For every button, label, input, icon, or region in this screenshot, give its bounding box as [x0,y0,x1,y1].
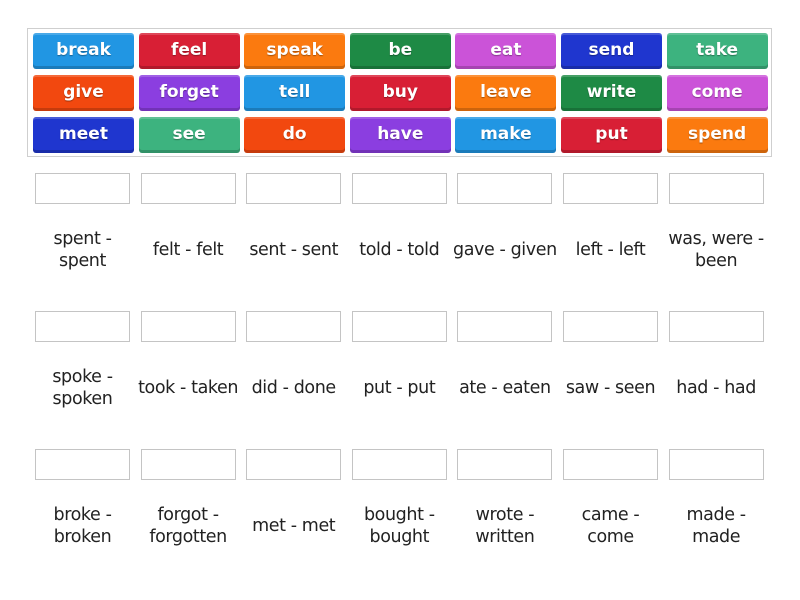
word-tile[interactable]: feel [138,33,240,69]
word-tile[interactable]: break [33,33,134,69]
word-tile[interactable]: eat [455,33,557,69]
word-tile[interactable]: give [33,75,134,111]
word-tile[interactable]: be [349,33,451,69]
past-form-label: met - met [252,516,336,536]
drop-slot[interactable] [140,173,236,204]
past-form-label: ate - eaten [459,378,551,398]
drop-slot[interactable] [351,173,447,204]
drop-slot[interactable] [563,173,658,204]
word-tile-bank: break feel speak be eat send take give forget tel… [27,28,772,157]
drop-slot[interactable] [351,449,447,480]
past-form-label: made - made [686,505,747,547]
drop-slot[interactable] [246,173,342,204]
word-tile[interactable]: make [455,117,557,153]
word-tile[interactable]: speak [244,33,346,69]
past-form-label: bought - bought [363,505,435,547]
drop-slot[interactable] [140,449,236,480]
drop-slot[interactable] [246,311,342,342]
past-form-label: did - done [251,378,337,398]
past-form-label: spoke - spoken [52,367,113,409]
past-form-label: gave - given [453,240,557,260]
past-form-label: had - had [676,378,756,398]
drop-slot[interactable] [35,311,130,342]
drop-slot[interactable] [457,311,553,342]
past-form-label: spent - spent [53,229,112,271]
past-form-label: took - taken [138,378,239,398]
drop-slot[interactable] [563,311,658,342]
drop-slot[interactable] [457,173,553,204]
drop-slot[interactable] [668,449,764,480]
past-form-label: was, were - been [668,229,764,271]
drop-slot[interactable] [35,173,130,204]
past-form-label: told - told [359,240,440,260]
drop-slot[interactable] [246,449,342,480]
past-form-label: sent - sent [249,240,339,260]
word-tile[interactable]: come [666,75,768,111]
past-form-label: put - put [363,378,436,398]
past-form-label: came - come [581,505,640,547]
word-tile[interactable]: send [561,33,662,69]
word-tile[interactable]: have [349,117,451,153]
word-tile[interactable]: buy [349,75,451,111]
past-form-label: saw - seen [565,378,656,398]
word-tile[interactable]: spend [666,117,768,153]
past-form-label: forgot - forgotten [149,505,227,547]
word-tile[interactable]: take [666,33,768,69]
drop-slot[interactable] [140,311,236,342]
word-tile[interactable]: meet [33,117,134,153]
drop-slot[interactable] [668,173,764,204]
word-tile[interactable]: forget [138,75,240,111]
word-tile[interactable]: do [244,117,346,153]
drop-slot[interactable] [457,449,553,480]
past-form-label: left - left [575,240,646,260]
past-form-label: wrote - written [475,505,535,547]
word-tile[interactable]: write [561,75,662,111]
drop-slot[interactable] [563,449,658,480]
drop-slot[interactable] [35,449,130,480]
past-form-label: broke - broken [53,505,112,547]
word-tile[interactable]: tell [244,75,346,111]
word-tile[interactable]: leave [455,75,557,111]
word-tile[interactable]: put [561,117,662,153]
drop-slot[interactable] [351,311,447,342]
past-form-label: felt - felt [152,240,224,260]
drop-slot[interactable] [668,311,764,342]
word-tile[interactable]: see [138,117,240,153]
